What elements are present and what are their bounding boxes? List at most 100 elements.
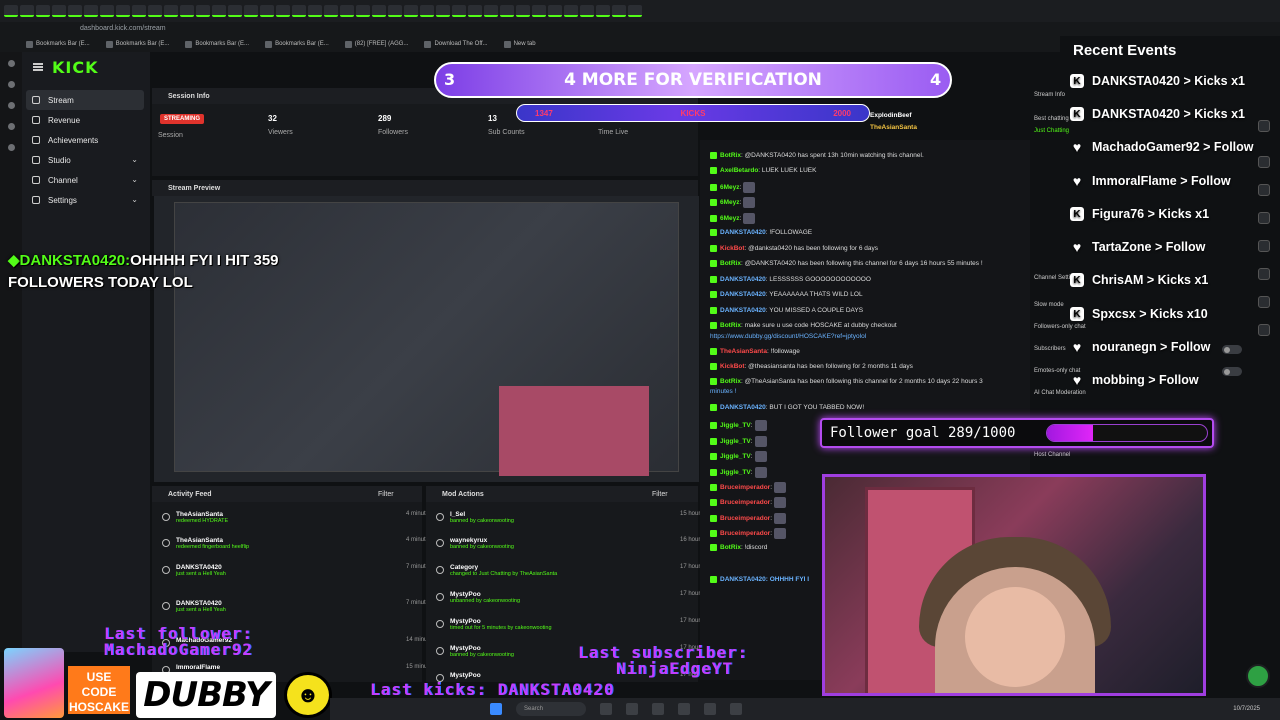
chat-username[interactable]: DANKSTA0420 xyxy=(720,404,766,411)
chrome-icon[interactable] xyxy=(652,703,664,715)
controller-icon[interactable] xyxy=(7,123,15,130)
browser-tab[interactable] xyxy=(356,5,370,17)
chat-username[interactable]: Bruceimperador xyxy=(720,530,770,537)
browser-tab[interactable] xyxy=(52,5,66,17)
browser-tab[interactable] xyxy=(564,5,578,17)
bookmark-item[interactable]: Download The Off... xyxy=(424,40,488,48)
taskbar-clock[interactable]: 10/7/2025 xyxy=(1233,705,1260,713)
sidebar-item-achievements[interactable]: Achievements xyxy=(26,130,144,150)
chat-username[interactable]: Bruceimperador xyxy=(720,515,770,522)
chat-username[interactable]: DANKSTA0420 xyxy=(720,291,766,298)
bell-icon[interactable] xyxy=(7,144,15,151)
browser-tab[interactable] xyxy=(196,5,210,17)
hamburger-menu-icon[interactable] xyxy=(33,63,43,71)
sidebar-item-stream[interactable]: Stream xyxy=(26,90,144,110)
browser-tab[interactable] xyxy=(596,5,610,17)
browser-tab[interactable] xyxy=(452,5,466,17)
sidebar-item-settings[interactable]: Settings ⌄ xyxy=(26,190,144,210)
sidebar-item-channel[interactable]: Channel ⌄ xyxy=(26,170,144,190)
browser-tab[interactable] xyxy=(628,5,642,17)
bookmark-item[interactable]: Bookmarks Bar (E... xyxy=(105,40,169,48)
browser-tab[interactable] xyxy=(212,5,226,17)
chat-username[interactable]: Bruceimperador xyxy=(720,484,770,491)
chat-username[interactable]: BotRix xyxy=(720,152,741,159)
browser-tab[interactable] xyxy=(324,5,338,17)
browser-tab[interactable] xyxy=(132,5,146,17)
pin-icon[interactable] xyxy=(1258,120,1270,132)
browser-tab[interactable] xyxy=(116,5,130,17)
activity-user[interactable]: TheAsianSanta xyxy=(176,537,249,544)
browser-tab[interactable] xyxy=(276,5,290,17)
browser-tab[interactable] xyxy=(516,5,530,17)
chat-username[interactable]: DANKSTA0420 xyxy=(720,229,766,236)
browser-tab[interactable] xyxy=(612,5,626,17)
kick-logo[interactable]: KICK xyxy=(52,58,99,77)
activity-user[interactable]: DANKSTA0420 xyxy=(176,564,226,571)
chat-username[interactable]: KickBot xyxy=(720,245,745,252)
chat-username[interactable]: Jiggle_TV xyxy=(720,422,751,429)
browser-tab[interactable] xyxy=(100,5,114,17)
chat-input-preview[interactable]: DANKSTA0420: OHHHH FYI I xyxy=(710,576,809,583)
mod-user[interactable]: MystyPoo xyxy=(450,645,514,652)
browser-tab[interactable] xyxy=(164,5,178,17)
chat-username[interactable]: 6Meyz xyxy=(720,199,740,206)
browser-tab[interactable] xyxy=(68,5,82,17)
mod-user[interactable]: MystyPoo xyxy=(450,672,481,679)
browser-tab[interactable] xyxy=(260,5,274,17)
pinned-user[interactable]: ExplodinBeef xyxy=(870,112,912,119)
mod-user[interactable]: MystyPoo xyxy=(450,591,520,598)
chat-username[interactable]: Bruceimperador xyxy=(720,499,770,506)
home-icon[interactable] xyxy=(7,60,15,67)
dashboard-icon[interactable] xyxy=(7,81,15,88)
browser-tab[interactable] xyxy=(148,5,162,17)
browser-tab[interactable] xyxy=(532,5,546,17)
mod-user[interactable]: l_Sel xyxy=(450,511,514,518)
bookmark-item[interactable]: (82) [FREE] (AGG... xyxy=(344,40,408,48)
activity-user[interactable]: ImmoralFlame xyxy=(176,664,220,671)
url-bar[interactable]: dashboard.kick.com/stream xyxy=(0,22,1280,36)
chat-username[interactable]: AxelBetardo xyxy=(720,167,758,174)
chat-username[interactable]: BotRix xyxy=(720,378,741,385)
chat-username[interactable]: BotRix xyxy=(720,544,741,551)
obs-icon[interactable] xyxy=(678,703,690,715)
browser-tab[interactable] xyxy=(308,5,322,17)
app-icon[interactable] xyxy=(730,703,742,715)
browser-tab[interactable] xyxy=(20,5,34,17)
chat-username[interactable]: 6Meyz xyxy=(720,184,740,191)
browser-tab[interactable] xyxy=(244,5,258,17)
wrench-icon[interactable] xyxy=(1258,324,1270,336)
activity-user[interactable]: TheAsianSanta xyxy=(176,511,228,518)
chat-username[interactable]: 6Meyz xyxy=(720,215,740,222)
chat-username[interactable]: Jiggle_TV xyxy=(720,453,751,460)
chat-username[interactable]: TheAsianSanta xyxy=(720,348,767,355)
bookmark-item[interactable]: New tab xyxy=(503,40,536,48)
pinned-user[interactable]: TheAsianSanta xyxy=(870,124,917,131)
browser-tab[interactable] xyxy=(292,5,306,17)
bookmark-item[interactable]: Bookmarks Bar (E... xyxy=(265,40,329,48)
chat-username[interactable]: BotRix xyxy=(720,260,741,267)
chat-username[interactable]: DANKSTA0420 xyxy=(720,276,766,283)
browser-tab[interactable] xyxy=(420,5,434,17)
close-icon[interactable] xyxy=(1258,156,1270,168)
browser-tab[interactable] xyxy=(580,5,594,17)
browser-tab[interactable] xyxy=(372,5,386,17)
file-explorer-icon[interactable] xyxy=(626,703,638,715)
browser-tab[interactable] xyxy=(388,5,402,17)
chat-username[interactable]: KickBot xyxy=(720,363,745,370)
browser-tab[interactable] xyxy=(228,5,242,17)
browser-tab[interactable] xyxy=(340,5,354,17)
mod-user[interactable]: waynekyrux xyxy=(450,537,514,544)
chat-send-icon[interactable] xyxy=(1246,664,1270,688)
browser-tab[interactable] xyxy=(404,5,418,17)
chat-username[interactable]: DANKSTA0420 xyxy=(720,307,766,314)
browser-tab[interactable] xyxy=(548,5,562,17)
task-view-icon[interactable] xyxy=(600,703,612,715)
windows-start-icon[interactable] xyxy=(490,703,502,715)
bookmark-item[interactable]: Bookmarks Bar (E... xyxy=(185,40,249,48)
stream-preview[interactable] xyxy=(154,196,699,482)
sidebar-item-revenue[interactable]: Revenue xyxy=(26,110,144,130)
browser-tab[interactable] xyxy=(500,5,514,17)
browser-tab[interactable] xyxy=(36,5,50,17)
browser-tab[interactable] xyxy=(436,5,450,17)
browser-tab[interactable] xyxy=(468,5,482,17)
